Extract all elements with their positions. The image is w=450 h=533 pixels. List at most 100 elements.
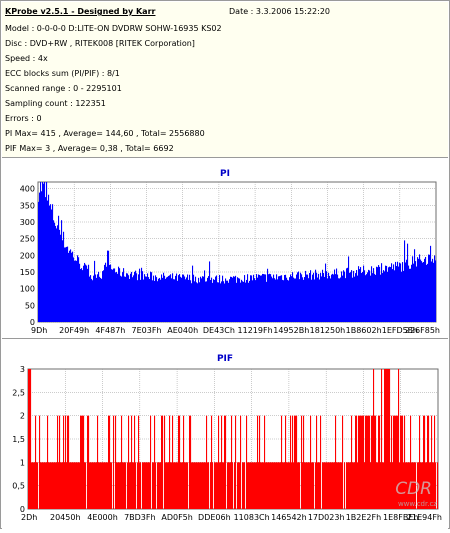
pif-series-bar xyxy=(143,462,145,509)
pi-series-bar xyxy=(123,268,125,322)
pif-series-bar xyxy=(61,462,63,509)
watermark-url: www.cdr.cz xyxy=(398,500,437,508)
pif-series-bar xyxy=(437,462,439,509)
pif-series-bar xyxy=(337,462,339,509)
pif-series-bar xyxy=(127,462,129,509)
pif-series-bar xyxy=(381,369,383,509)
pif-series-bar xyxy=(270,462,272,509)
pif-series-bar xyxy=(77,462,79,509)
pif-series-bar xyxy=(355,415,357,509)
pi-series-bar xyxy=(172,273,174,322)
pif-series-bar xyxy=(255,462,257,509)
pi-series-bar xyxy=(181,277,183,322)
pif-series-bar xyxy=(297,462,299,509)
pi-series-bar xyxy=(96,277,98,322)
pi-series-bar xyxy=(175,275,177,322)
pi-series-bar xyxy=(363,265,365,322)
pif-xtick-label: 2Dh xyxy=(21,513,37,522)
pif-series-bar xyxy=(336,462,338,509)
pif-series-bar xyxy=(32,462,34,509)
pi-series-bar xyxy=(160,279,162,322)
pif-series-bar xyxy=(30,369,32,509)
pif-series-bar xyxy=(89,462,91,509)
pi-series-bar xyxy=(99,276,101,322)
pi-series-bar xyxy=(67,246,69,322)
pi-series-bar xyxy=(381,263,383,322)
pif-series-bar xyxy=(63,415,65,509)
pi-series-bar xyxy=(256,274,258,322)
pi-series-bar xyxy=(87,268,89,322)
pi-series-bar xyxy=(47,200,49,322)
pif-series-bar xyxy=(249,462,251,509)
pif-series-bar xyxy=(223,462,225,509)
pif-series-bar xyxy=(146,462,148,509)
pi-series-bar xyxy=(91,278,93,322)
pif-series-bar xyxy=(173,462,175,509)
pif-series-bar xyxy=(154,415,156,509)
pif-series-bar xyxy=(375,415,377,509)
pif-series-bar xyxy=(276,462,278,509)
pif-series-bar xyxy=(50,462,52,509)
pi-series-bar xyxy=(63,231,65,322)
pif-series-bar xyxy=(386,369,388,509)
info-pif-stats: PIF Max= 3 , Average= 0,38 , Total= 6692 xyxy=(5,144,174,153)
pi-series-bar xyxy=(94,260,96,322)
pif-series-bar xyxy=(28,369,30,509)
pi-series-bar xyxy=(51,209,53,322)
pi-series-bar xyxy=(239,278,241,322)
pi-series-bar xyxy=(168,275,170,322)
pi-series-bar xyxy=(93,275,95,322)
pif-series-bar xyxy=(266,462,268,509)
pi-series-bar xyxy=(391,263,393,322)
pi-series-bar xyxy=(46,182,48,322)
pif-series-bar xyxy=(157,462,159,509)
pif-series-bar xyxy=(165,462,167,509)
pi-series-bar xyxy=(290,274,292,322)
info-model: Model : 0-0-0-0 D:LITE-ON DVDRW SOHW-169… xyxy=(5,24,222,33)
pif-series-bar xyxy=(78,462,80,509)
pi-series-bar xyxy=(109,264,111,322)
pi-xtick-label: 1B8602h xyxy=(346,326,382,335)
pi-series-bar xyxy=(243,281,245,322)
pif-series-bar xyxy=(90,462,92,509)
pi-series-bar xyxy=(152,280,154,322)
pi-xtick-label: 20F49h xyxy=(59,326,89,335)
pif-series-bar xyxy=(159,462,161,509)
info-speed: Speed : 4x xyxy=(5,54,48,63)
pif-series-bar xyxy=(235,415,237,509)
pi-series-bar xyxy=(285,274,287,322)
pif-series-bar xyxy=(42,462,44,509)
pif-series-bar xyxy=(65,415,67,509)
pif-series-bar xyxy=(340,462,342,509)
pif-series-bar xyxy=(153,462,155,509)
pif-series-bar xyxy=(306,462,308,509)
pif-series-bar xyxy=(101,462,103,509)
pi-series-bar xyxy=(150,271,152,322)
pif-series-bar xyxy=(331,462,333,509)
pi-series-bar xyxy=(309,273,311,322)
pi-series-bar xyxy=(45,197,47,322)
pi-series-bar xyxy=(205,281,207,322)
pi-ytick-label: 200 xyxy=(20,251,35,260)
pi-series-bar xyxy=(369,270,371,322)
pi-series-bar xyxy=(222,275,224,322)
pi-series-bar xyxy=(364,270,366,322)
pif-series-bar xyxy=(356,415,358,509)
pif-series-bar xyxy=(279,462,281,509)
pif-series-bar xyxy=(221,415,223,509)
pi-series-bar xyxy=(267,268,269,322)
pi-series-bar xyxy=(77,255,79,322)
pi-xtick-label: 9Dh xyxy=(31,326,47,335)
pif-xtick-label: 11083Ch xyxy=(234,513,270,522)
pi-series-bar xyxy=(207,277,209,322)
pi-series-bar xyxy=(146,276,148,322)
pif-series-bar xyxy=(304,462,306,509)
pi-series-bar xyxy=(138,274,140,322)
pif-series-bar xyxy=(59,415,61,509)
pi-series-bar xyxy=(155,275,157,322)
pif-series-bar xyxy=(140,462,142,509)
pif-series-bar xyxy=(434,415,436,509)
pi-series-bar xyxy=(217,282,219,322)
pi-series-bar xyxy=(376,266,378,322)
pif-series-bar xyxy=(152,462,154,509)
